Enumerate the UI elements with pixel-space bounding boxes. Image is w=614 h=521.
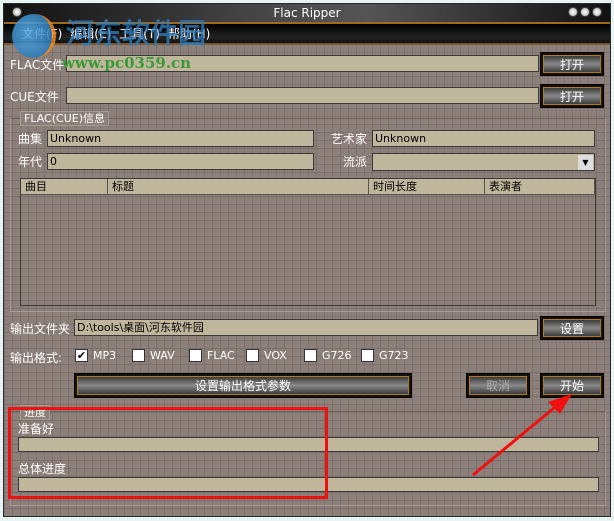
- annotation-arrow: [472, 394, 572, 477]
- arrow-shaft: [472, 401, 561, 477]
